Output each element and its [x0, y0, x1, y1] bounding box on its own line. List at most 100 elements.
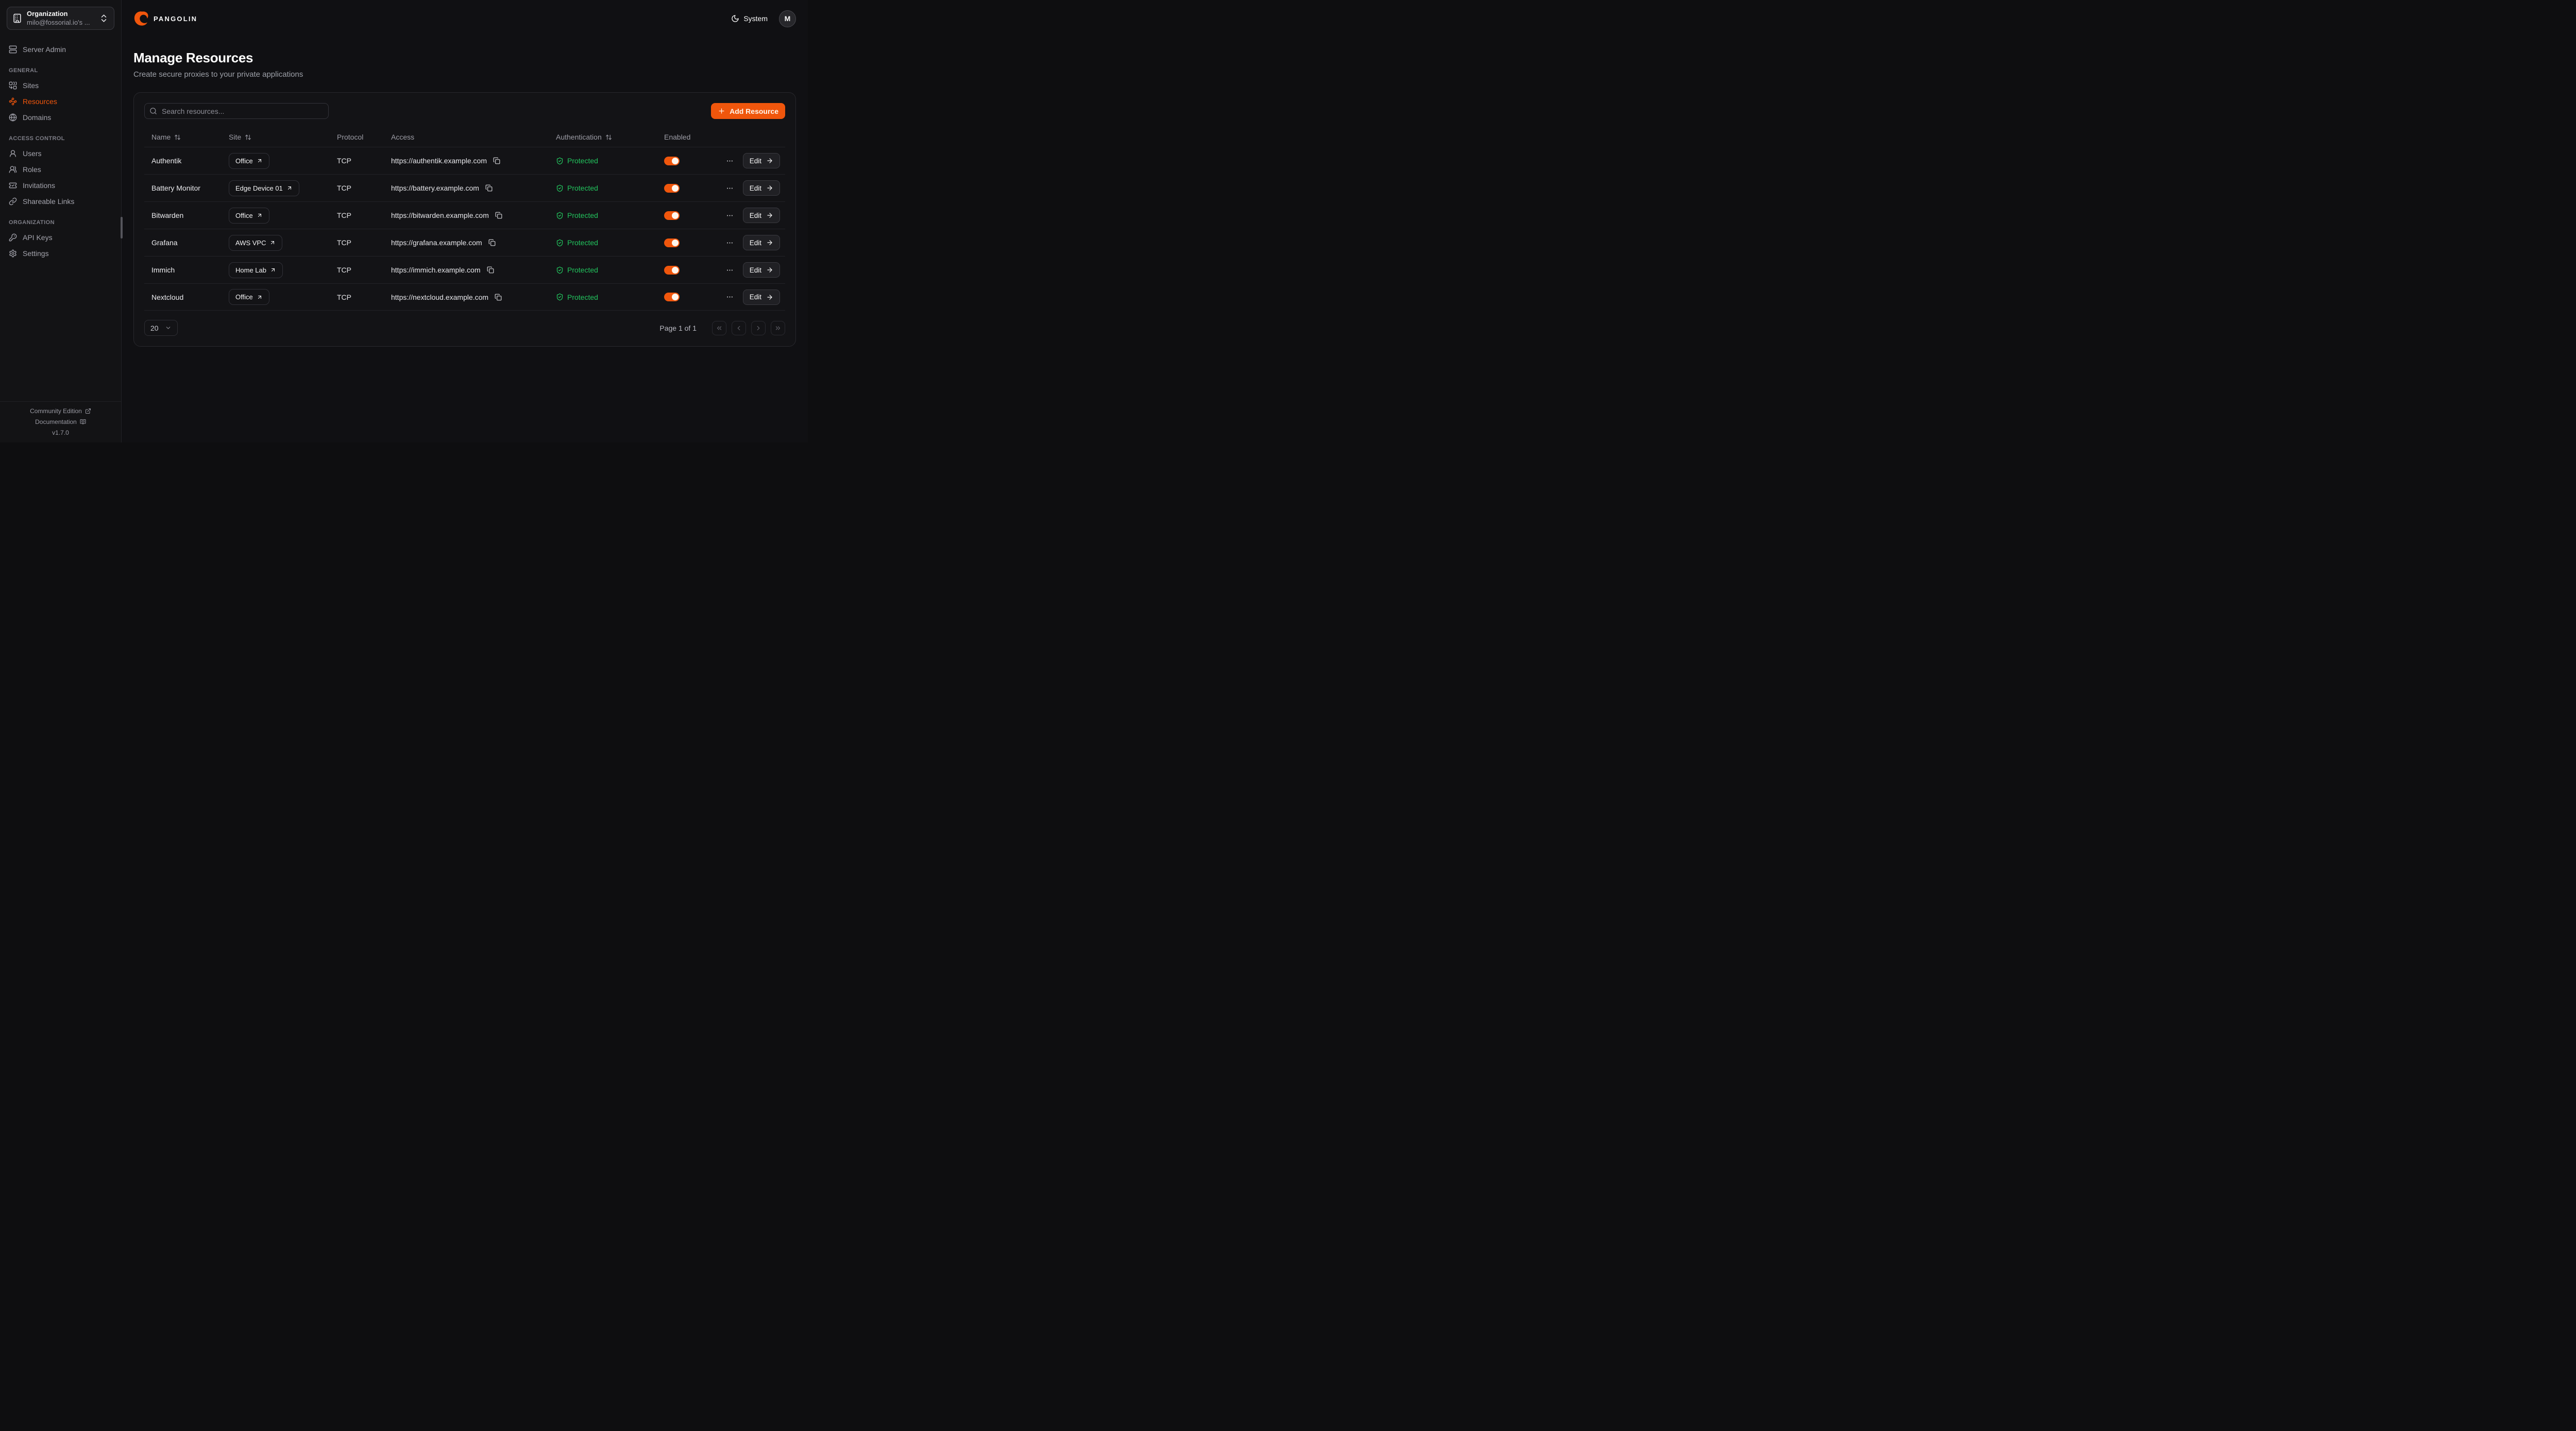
edit-button[interactable]: Edit — [743, 180, 780, 196]
resource-access-url: https://grafana.example.com — [391, 238, 482, 247]
ellipsis-icon — [726, 266, 734, 274]
theme-selector[interactable]: System — [731, 14, 768, 23]
sidebar-item-settings[interactable]: Settings — [6, 245, 115, 261]
sidebar-item-shareable-links[interactable]: Shareable Links — [6, 193, 115, 209]
pangolin-logo-icon — [133, 11, 149, 27]
sidebar-heading-access-control: ACCESS CONTROL — [6, 135, 115, 142]
resource-access-url: https://authentik.example.com — [391, 157, 487, 165]
copy-url-button[interactable] — [487, 238, 497, 247]
row-menu-button[interactable] — [725, 183, 735, 193]
community-edition-label: Community Edition — [30, 407, 82, 415]
waypoints-icon — [9, 97, 17, 106]
site-link-button[interactable]: Office — [229, 153, 269, 169]
enabled-toggle[interactable] — [664, 293, 680, 301]
add-resource-button[interactable]: Add Resource — [711, 103, 785, 119]
globe-icon — [9, 113, 17, 122]
last-page-button[interactable] — [771, 321, 785, 335]
site-link-button[interactable]: Home Lab — [229, 262, 283, 278]
resource-protocol: TCP — [330, 211, 384, 219]
sidebar-item-api-keys[interactable]: API Keys — [6, 229, 115, 245]
table-row: Bitwarden Office TCP https://bitwarden.e… — [144, 201, 785, 229]
edit-button[interactable]: Edit — [743, 289, 780, 305]
enabled-toggle[interactable] — [664, 211, 680, 220]
row-menu-button[interactable] — [725, 292, 735, 302]
enabled-toggle[interactable] — [664, 184, 680, 193]
previous-page-button[interactable] — [732, 321, 746, 335]
sidebar-item-server-admin[interactable]: Server Admin — [6, 41, 115, 57]
sidebar-item-invitations[interactable]: Invitations — [6, 177, 115, 193]
avatar-initial: M — [785, 14, 791, 23]
sidebar-item-label: Invitations — [23, 181, 55, 190]
org-selector[interactable]: Organization milo@fossorial.io's ... — [7, 7, 114, 30]
row-menu-button[interactable] — [725, 156, 735, 166]
copy-icon — [488, 239, 496, 246]
documentation-label: Documentation — [35, 418, 77, 425]
copy-url-button[interactable] — [484, 183, 494, 193]
sidebar-item-resources[interactable]: Resources — [6, 93, 115, 109]
copy-icon — [487, 266, 494, 274]
chevron-left-icon — [735, 325, 742, 332]
search-input[interactable] — [144, 103, 329, 119]
toggle-knob — [672, 294, 679, 300]
column-header-authentication[interactable]: Authentication — [549, 133, 657, 141]
copy-url-button[interactable] — [494, 211, 503, 220]
sidebar-resize-handle[interactable] — [121, 217, 123, 238]
site-link-button[interactable]: Office — [229, 289, 269, 305]
edit-button[interactable]: Edit — [743, 262, 780, 278]
resources-table: Name Site Protocol Access Authenticati — [144, 127, 785, 311]
site-link-button[interactable]: AWS VPC — [229, 235, 282, 251]
sidebar-item-roles[interactable]: Roles — [6, 161, 115, 177]
copy-icon — [495, 294, 502, 301]
column-header-name[interactable]: Name — [144, 133, 222, 141]
sidebar-item-sites[interactable]: Sites — [6, 77, 115, 93]
page-size-select[interactable]: 20 — [144, 320, 178, 336]
first-page-button[interactable] — [712, 321, 726, 335]
arrow-up-right-icon — [270, 267, 276, 273]
resource-access-url: https://bitwarden.example.com — [391, 211, 489, 219]
resource-access-url: https://immich.example.com — [391, 266, 481, 274]
arrow-up-right-icon — [257, 212, 263, 218]
copy-url-button[interactable] — [494, 293, 503, 302]
shield-check-icon — [556, 266, 564, 274]
resources-card: Add Resource Name Site Protocol — [133, 92, 796, 347]
add-resource-label: Add Resource — [730, 107, 778, 115]
sidebar-item-users[interactable]: Users — [6, 145, 115, 161]
enabled-toggle[interactable] — [664, 238, 680, 247]
edit-button[interactable]: Edit — [743, 235, 780, 250]
sidebar-item-label: Sites — [23, 81, 39, 90]
sidebar-item-label: Users — [23, 149, 42, 158]
documentation-link[interactable]: Documentation — [35, 418, 86, 425]
row-menu-button[interactable] — [725, 211, 735, 220]
arrow-right-icon — [766, 157, 773, 164]
sidebar-item-domains[interactable]: Domains — [6, 109, 115, 125]
edit-button[interactable]: Edit — [743, 153, 780, 168]
table-row: Immich Home Lab TCP https://immich.examp… — [144, 256, 785, 283]
column-header-site[interactable]: Site — [222, 133, 330, 141]
resource-name: Nextcloud — [144, 293, 222, 301]
row-menu-button[interactable] — [725, 238, 735, 248]
column-header-access: Access — [384, 133, 549, 141]
site-link-button[interactable]: Office — [229, 208, 269, 224]
sidebar: Organization milo@fossorial.io's ... Ser… — [0, 0, 122, 442]
community-edition-link[interactable]: Community Edition — [30, 407, 91, 415]
next-page-button[interactable] — [751, 321, 766, 335]
copy-url-button[interactable] — [492, 156, 501, 165]
row-menu-button[interactable] — [725, 265, 735, 275]
resource-name: Immich — [144, 266, 222, 274]
edit-button[interactable]: Edit — [743, 208, 780, 223]
column-header-protocol: Protocol — [330, 133, 384, 141]
server-icon — [9, 45, 17, 54]
ellipsis-icon — [726, 157, 734, 165]
enabled-toggle[interactable] — [664, 266, 680, 275]
search-box — [144, 103, 329, 119]
ellipsis-icon — [726, 293, 734, 301]
user-avatar[interactable]: M — [779, 10, 796, 27]
resource-protocol: TCP — [330, 238, 384, 247]
auth-status-badge: Protected — [567, 211, 598, 219]
site-link-button[interactable]: Edge Device 01 — [229, 180, 299, 196]
arrow-up-right-icon — [269, 240, 276, 246]
enabled-toggle[interactable] — [664, 157, 680, 165]
copy-url-button[interactable] — [486, 265, 495, 275]
table-row: Grafana AWS VPC TCP https://grafana.exam… — [144, 229, 785, 256]
org-selector-label: Organization — [27, 10, 94, 18]
